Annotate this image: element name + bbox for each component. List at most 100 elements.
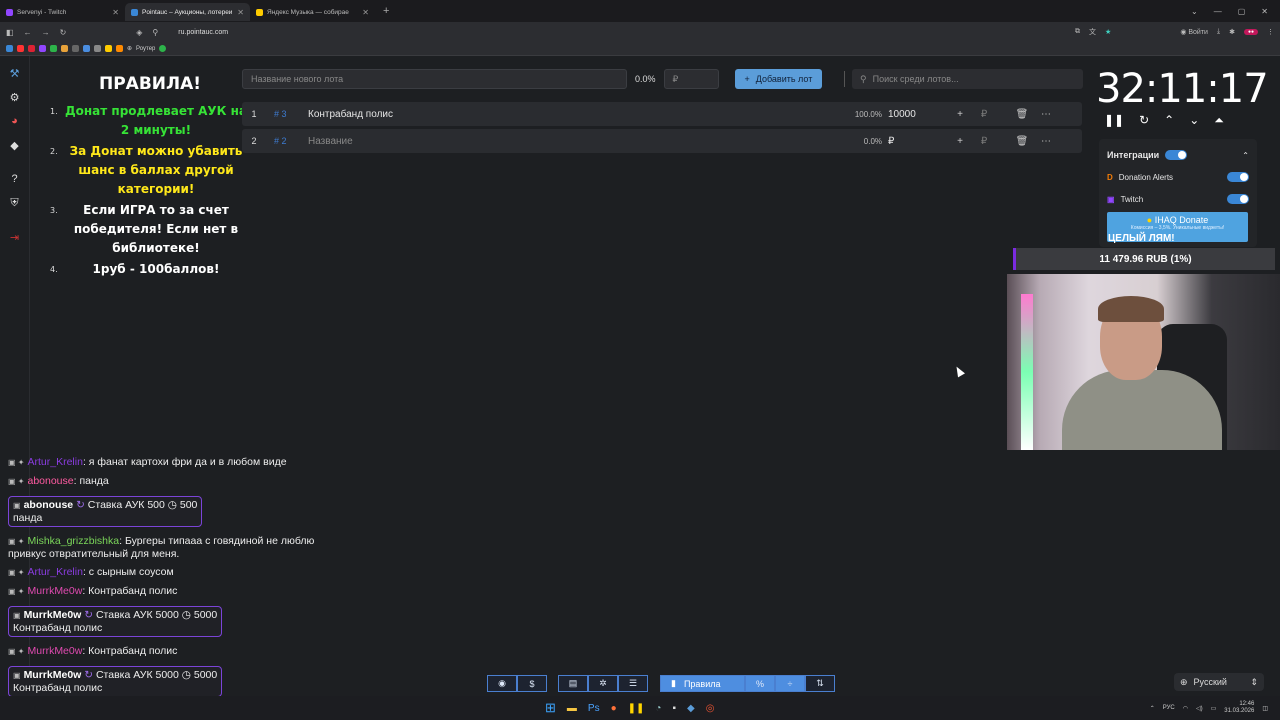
reload-icon[interactable]: ↻ [60, 28, 67, 37]
wifi-icon[interactable]: ◠ [1183, 705, 1188, 712]
lot-name-input[interactable]: Название [308, 136, 828, 147]
percent-icon[interactable]: % [745, 675, 775, 692]
firefox-icon[interactable]: ● [611, 703, 617, 714]
more-icon[interactable]: ⋯ [1034, 136, 1058, 147]
shield-check-icon[interactable]: ⛨ [8, 196, 22, 210]
double-up-icon[interactable]: ⏶ [1214, 113, 1224, 128]
close-tab-icon[interactable]: ✕ [237, 8, 244, 17]
notifications-pill[interactable]: ●● [1243, 29, 1258, 35]
chevron-down-icon[interactable]: ⌄ [1189, 113, 1199, 128]
app-icon[interactable]: ❚❚ [628, 703, 645, 714]
wheel-icon[interactable]: ◕ [8, 114, 22, 128]
back-icon[interactable]: ← [24, 28, 32, 37]
lot-search-input[interactable]: ⚲ Поиск среди лотов... [852, 69, 1083, 89]
rules-panel: ПРАВИЛА! 1. Донат продлевает АУК на 2 мин… [50, 74, 250, 281]
layers-icon[interactable]: ◆ [8, 138, 22, 152]
chevron-up-icon[interactable]: ⌃ [1164, 113, 1174, 128]
bookmark-icon[interactable] [116, 45, 123, 52]
gear-icon[interactable]: ⚙ [8, 90, 22, 104]
bookmark-icon[interactable] [28, 45, 35, 52]
star-icon[interactable]: ★ [1105, 28, 1111, 36]
new-lot-name-input[interactable]: Название нового лота [242, 69, 627, 89]
bookmark-icon[interactable] [94, 45, 101, 52]
divide-icon[interactable]: ÷ [775, 675, 805, 692]
bookmark-icon[interactable] [6, 45, 13, 52]
lot-name-input[interactable]: Контрабанд полис [308, 109, 828, 120]
twitch-toggle[interactable] [1227, 194, 1249, 204]
close-window-button[interactable]: ✕ [1261, 7, 1268, 16]
notifications-icon[interactable]: ◫ [1262, 705, 1268, 712]
help-icon[interactable]: ? [8, 172, 22, 186]
browser-tab[interactable]: Яндекс Музыка — собирае ✕ [250, 3, 375, 21]
clock[interactable]: 12:46 31.03.2026 [1224, 701, 1254, 715]
new-lot-amount-input[interactable]: ₽ [663, 69, 719, 89]
bookmark-icon[interactable] [39, 45, 46, 52]
ruble-icon[interactable]: ₽ [972, 109, 996, 120]
bookmark-icon[interactable] [159, 45, 167, 52]
translate-icon[interactable]: 文 [1089, 27, 1096, 37]
bookmark-icon[interactable] [105, 45, 112, 52]
chat-badges-icon: ▣ ✦ [8, 537, 25, 546]
browser-tab[interactable]: Pointauc – Аукционы, лотереи ✕ [125, 3, 250, 21]
ruble-icon[interactable]: ₽ [972, 136, 996, 147]
bookmark-icon[interactable] [72, 45, 79, 52]
plus-icon[interactable]: + [948, 136, 972, 147]
download-icon[interactable]: ⤓ [1217, 28, 1220, 36]
steam-icon[interactable]: ◔ [655, 703, 661, 714]
sidebar-toggle-icon[interactable]: ◧ [6, 28, 14, 37]
minimize-button[interactable]: — [1214, 7, 1222, 16]
bookmark-router[interactable]: Роутер [136, 46, 155, 52]
close-tab-icon[interactable]: ✕ [112, 8, 119, 17]
maximize-button[interactable]: ▢ [1238, 7, 1246, 16]
profile-icon[interactable]: ◉ Войти [1180, 28, 1208, 36]
github-icon[interactable]: ◉ [487, 675, 517, 692]
rules-button[interactable]: ▮ Правила [660, 675, 745, 692]
pause-icon[interactable]: ❚❚ [1104, 113, 1124, 128]
bookmark-icon[interactable] [17, 45, 24, 52]
app-icon[interactable]: ◆ [687, 703, 695, 714]
windows-start-icon[interactable]: ⊞ [545, 700, 556, 716]
integrations-toggle[interactable] [1165, 150, 1188, 160]
speaker-icon[interactable]: ◁) [1196, 705, 1203, 712]
shield-icon[interactable]: ◈ [136, 28, 142, 37]
restart-icon[interactable]: ↻ [1139, 113, 1149, 128]
photoshop-icon[interactable]: Ps [588, 703, 600, 714]
collapse-icon[interactable]: ⌃ [1242, 151, 1249, 160]
donation-alerts-toggle[interactable] [1227, 172, 1249, 182]
more-icon[interactable]: ⋯ [1034, 109, 1058, 120]
dollar-icon[interactable]: $ [517, 675, 547, 692]
hammer-icon[interactable]: ⚒ [8, 66, 22, 80]
tray-language[interactable]: РУС [1163, 705, 1175, 711]
chevron-down-icon[interactable]: ⌄ [1191, 7, 1198, 16]
browser-icon[interactable]: ◎ [706, 703, 715, 714]
url-field[interactable]: ru.pointauc.com [178, 29, 228, 36]
plus-icon[interactable]: + [948, 109, 972, 120]
bookmark-icon[interactable] [50, 45, 57, 52]
extensions-icon[interactable]: ⧉ [1075, 28, 1080, 36]
trash-icon[interactable]: 🗑 [1010, 136, 1034, 147]
file-explorer-icon[interactable]: ▬ [567, 703, 577, 714]
bookmark-icon[interactable] [83, 45, 90, 52]
bookmark-icon[interactable] [61, 45, 68, 52]
sort-icon[interactable]: ⇅ [805, 675, 835, 692]
puzzle-icon[interactable]: ✱ [1229, 28, 1235, 36]
browser-tab[interactable]: Servenyi - Twitch ✕ [0, 3, 125, 21]
bug-icon[interactable]: ✲ [588, 675, 618, 692]
lot-amount-input[interactable]: ₽ [888, 136, 948, 147]
app-icon[interactable]: ▪ [672, 703, 676, 714]
new-tab-button[interactable]: + [375, 5, 397, 17]
close-tab-icon[interactable]: ✕ [362, 8, 369, 17]
list-icon[interactable]: ☰ [618, 675, 648, 692]
trash-icon[interactable]: 🗑 [1010, 109, 1034, 120]
forward-icon[interactable]: → [42, 28, 50, 37]
battery-icon[interactable]: ▭ [1211, 705, 1217, 712]
add-lot-button[interactable]: + Добавить лот [734, 69, 823, 89]
menu-icon[interactable]: ⋮ [1267, 28, 1274, 36]
logout-icon[interactable]: ⇥ [8, 230, 22, 244]
save-icon[interactable]: ▤ [558, 675, 588, 692]
chevron-up-icon[interactable]: ⌃ [1150, 705, 1155, 712]
language-select[interactable]: ⊕ Русский ⇕ [1174, 673, 1264, 691]
lot-amount-input[interactable]: 10000 [888, 109, 948, 120]
site-settings-icon[interactable]: ⚲ [152, 28, 158, 37]
bid-card: ▣ MurrkMe0w ↻ Ставка АУК 5000 ◷ 5000 Конт… [8, 666, 223, 697]
